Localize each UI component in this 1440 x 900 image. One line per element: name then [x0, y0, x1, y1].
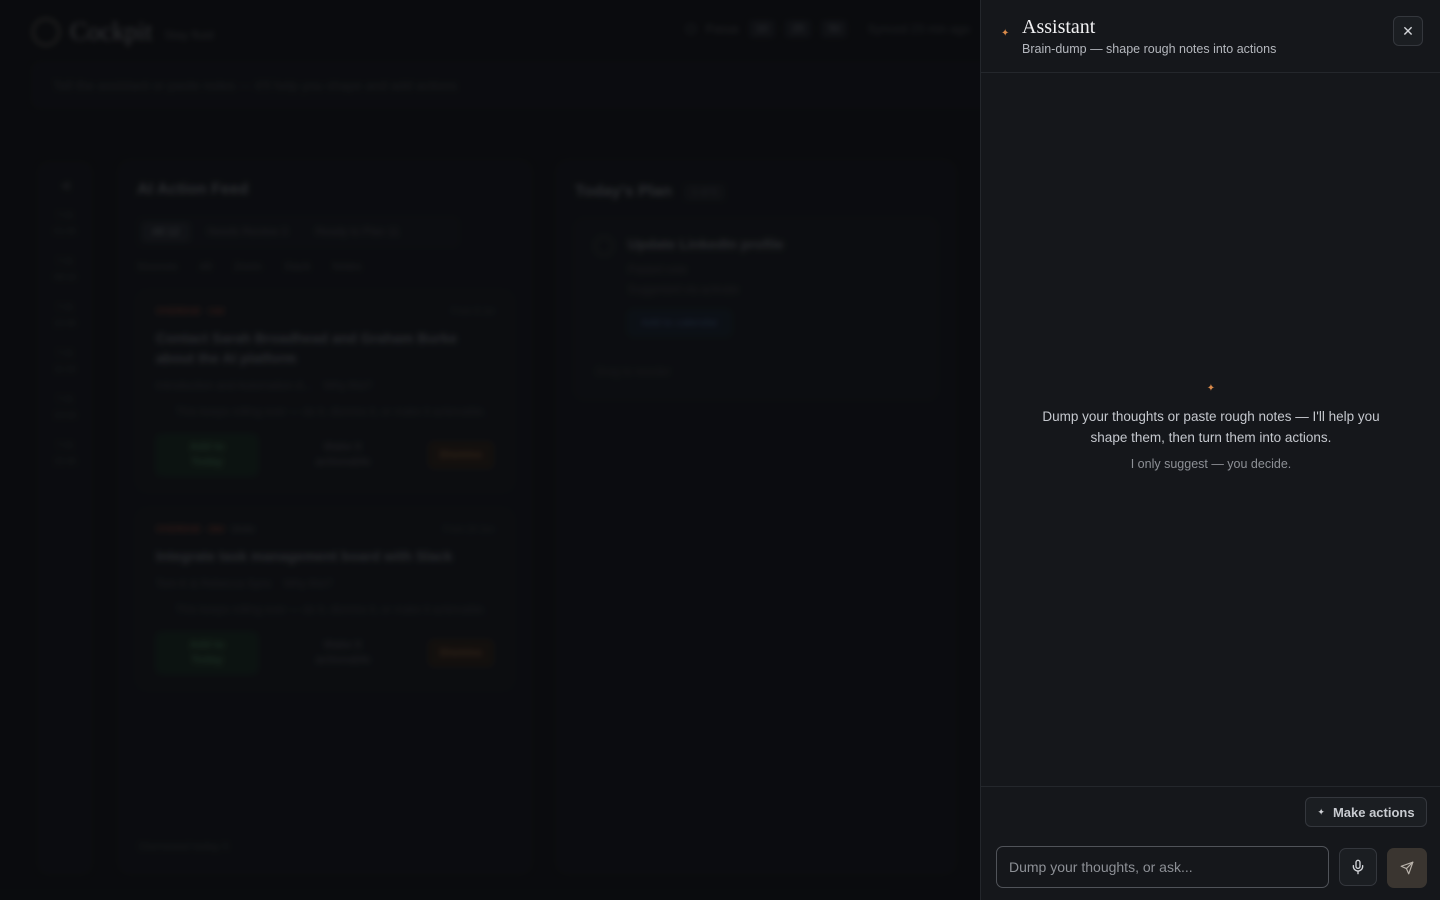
sparkle-icon: ✦ [1317, 806, 1325, 817]
empty-state-subtext: I only suggest — you decide. [1130, 457, 1292, 471]
close-icon: ✕ [1402, 22, 1414, 39]
empty-state: ✦ Dump your thoughts or paste rough note… [981, 383, 1440, 471]
microphone-button[interactable] [1339, 848, 1377, 886]
make-actions-label: Make actions [1332, 804, 1415, 820]
send-button[interactable] [1387, 848, 1427, 888]
message-input[interactable] [996, 846, 1329, 888]
empty-state-message: Dump your thoughts or paste rough notes … [1042, 409, 1380, 445]
sparkle-icon: ✦ [1206, 383, 1216, 394]
assistant-panel: ✦ Assistant Brain-dump — shape rough not… [980, 0, 1440, 900]
footer-divider [981, 786, 1440, 787]
panel-title: Assistant [1022, 16, 1096, 38]
panel-subtitle: Brain-dump — shape rough notes into acti… [1022, 42, 1277, 56]
send-icon [1400, 861, 1414, 875]
assistant-header: ✦ Assistant Brain-dump — shape rough not… [981, 0, 1440, 73]
make-actions-button[interactable]: ✦ Make actions [1305, 797, 1427, 827]
modal-backdrop[interactable] [0, 0, 980, 900]
sparkle-icon: ✦ [1001, 28, 1010, 39]
close-button[interactable]: ✕ [1393, 16, 1423, 46]
microphone-icon [1352, 859, 1364, 875]
